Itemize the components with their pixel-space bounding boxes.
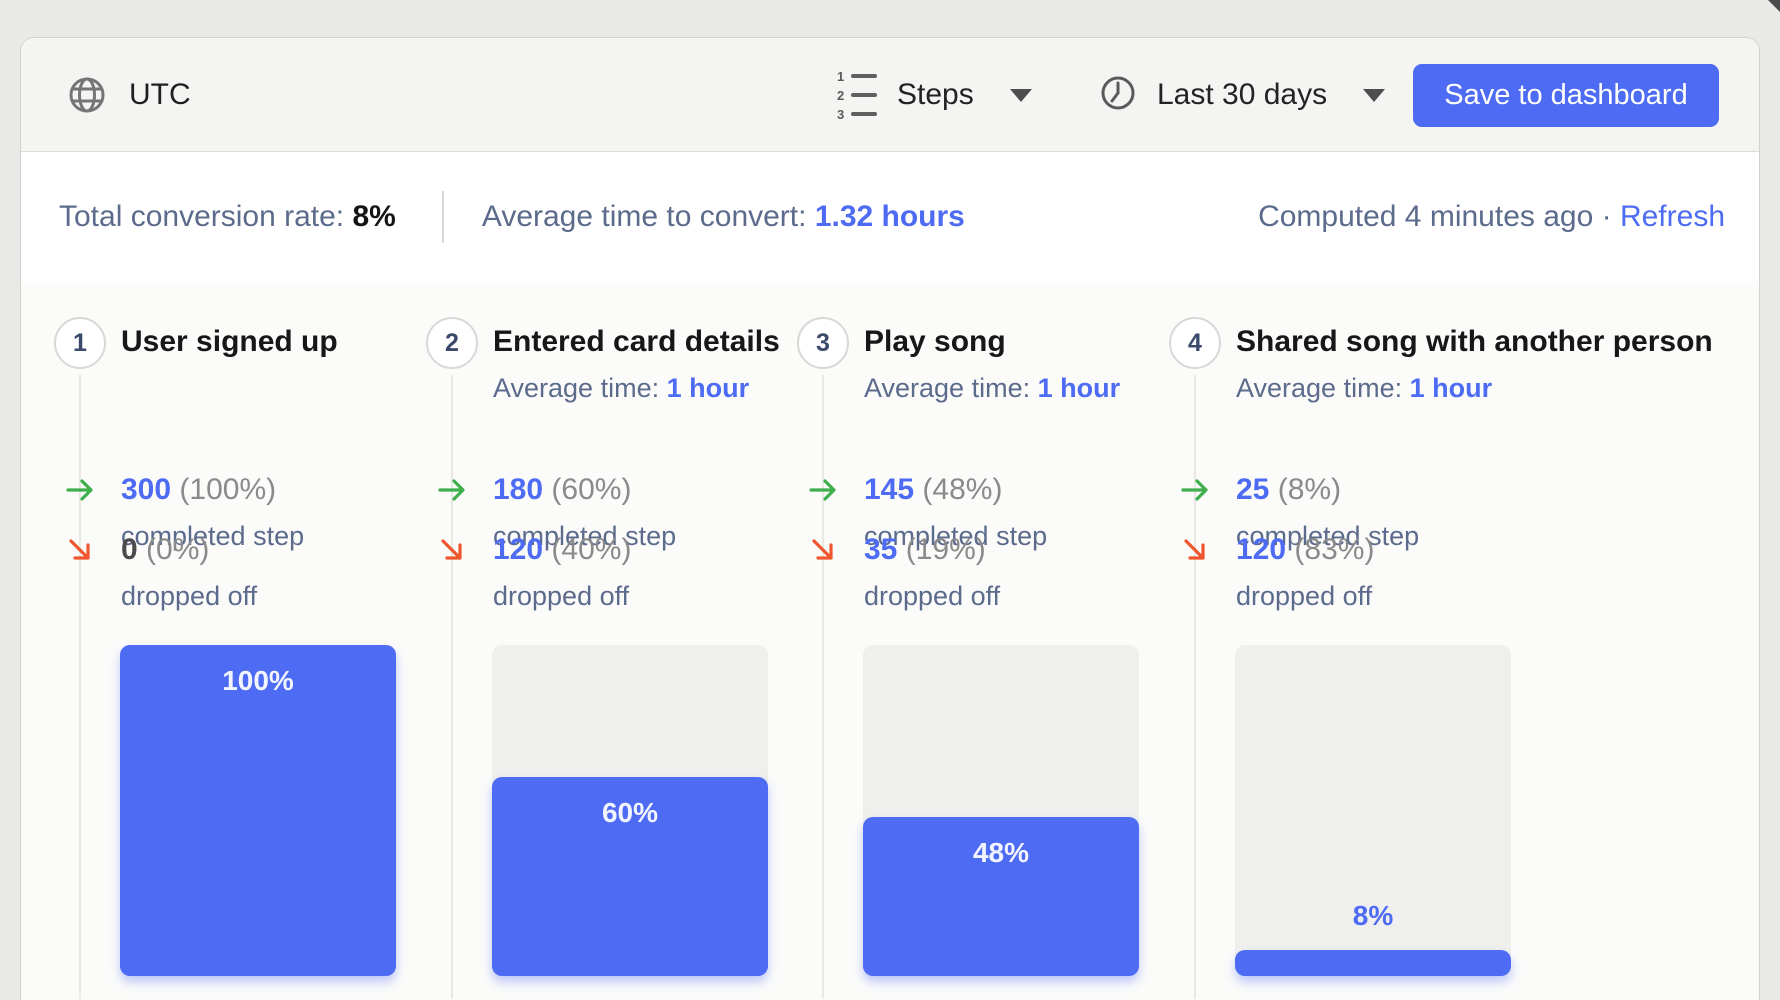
completed-metric: 145 (48%): [864, 473, 1002, 507]
completed-count: 300: [121, 473, 171, 506]
summary-row: Total conversion rate: 8% Average time t…: [21, 152, 1759, 281]
average-time: Average time: 1 hour: [1236, 373, 1492, 404]
completed-count: 180: [493, 473, 543, 506]
average-time-to-convert: Average time to convert: 1.32 hours: [482, 200, 965, 234]
completed-count: 25: [1236, 473, 1269, 506]
dropped-count: 35: [864, 533, 897, 566]
dropped-pct: (83%): [1294, 533, 1374, 566]
funnel-step-column: 2 Entered card details Average time: 1 h…: [418, 281, 790, 999]
timezone-label: UTC: [129, 78, 191, 112]
clock-icon: [1099, 74, 1137, 117]
dropped-arrow-icon: [65, 535, 95, 570]
step-title: User signed up: [121, 325, 338, 359]
step-guide-line: [822, 375, 824, 999]
funnel-visualization: 1 User signed up 300 (100%) completed st…: [21, 281, 1759, 999]
numbered-list-icon: 1 2 3: [837, 70, 877, 121]
funnel-bar-track: 100%: [120, 645, 396, 976]
divider: [442, 191, 444, 243]
completed-pct: (60%): [551, 473, 631, 506]
step-title: Shared song with another person: [1236, 325, 1713, 359]
dropped-pct: (40%): [551, 533, 631, 566]
completed-metric: 25 (8%): [1236, 473, 1341, 507]
dropped-metric: 120 (83%): [1236, 533, 1374, 567]
step-guide-line: [79, 375, 81, 999]
funnel-bar-label: 100%: [120, 665, 396, 697]
step-number-badge: 4: [1169, 317, 1221, 369]
dropped-count: 120: [1236, 533, 1286, 566]
dropped-metric: 120 (40%): [493, 533, 631, 567]
completed-count: 145: [864, 473, 914, 506]
view-type-label: Steps: [897, 78, 974, 112]
dropped-count: 0: [121, 533, 138, 566]
insight-toolbar: UTC 1 2 3 Steps Last 30 days Save to da: [21, 38, 1759, 152]
step-title: Play song: [864, 325, 1006, 359]
dropped-pct: (19%): [906, 533, 986, 566]
completed-pct: (100%): [179, 473, 276, 506]
completed-arrow-icon: [1180, 475, 1210, 510]
dropped-label: dropped off: [864, 581, 1000, 612]
step-number-badge: 2: [426, 317, 478, 369]
average-time: Average time: 1 hour: [493, 373, 749, 404]
timezone-control[interactable]: UTC: [67, 38, 191, 152]
dropped-arrow-icon: [437, 535, 467, 570]
computed-status: Computed 4 minutes ago · Refresh: [1258, 200, 1725, 234]
step-number-badge: 3: [797, 317, 849, 369]
funnel-bar-track: 48%: [863, 645, 1139, 976]
dropped-arrow-icon: [808, 535, 838, 570]
funnel-bar-track: 60%: [492, 645, 768, 976]
completed-arrow-icon: [65, 475, 95, 510]
step-guide-line: [1194, 375, 1196, 999]
funnel-step-column: 1 User signed up 300 (100%) completed st…: [46, 281, 418, 999]
dropped-label: dropped off: [1236, 581, 1372, 612]
funnel-bar-label: 48%: [863, 837, 1139, 869]
completed-metric: 300 (100%): [121, 473, 276, 507]
dropped-metric: 35 (19%): [864, 533, 986, 567]
average-time-value: 1.32 hours: [815, 200, 965, 233]
funnel-step-column: 4 Shared song with another person Averag…: [1161, 281, 1533, 999]
funnel-bar-fill[interactable]: [1235, 950, 1511, 976]
date-range-dropdown[interactable]: Last 30 days: [1099, 38, 1385, 152]
chevron-down-icon: [1010, 89, 1032, 102]
funnel-step-column: 3 Play song Average time: 1 hour 145 (48…: [789, 281, 1161, 999]
completed-pct: (8%): [1278, 473, 1341, 506]
date-range-label: Last 30 days: [1157, 78, 1327, 112]
save-to-dashboard-button[interactable]: Save to dashboard: [1413, 64, 1719, 127]
step-number-badge: 1: [54, 317, 106, 369]
chevron-down-icon: [1363, 89, 1385, 102]
funnel-bar-label: 8%: [1235, 900, 1511, 932]
step-title: Entered card details: [493, 325, 780, 359]
dropped-count: 120: [493, 533, 543, 566]
funnel-insight-card: UTC 1 2 3 Steps Last 30 days Save to da: [20, 37, 1760, 1000]
completed-metric: 180 (60%): [493, 473, 631, 507]
dropped-label: dropped off: [493, 581, 629, 612]
completed-pct: (48%): [922, 473, 1002, 506]
view-type-dropdown[interactable]: 1 2 3 Steps: [837, 38, 1032, 152]
step-guide-line: [451, 375, 453, 999]
funnel-bar-track: 8%: [1235, 645, 1511, 976]
funnel-bar-label: 60%: [492, 797, 768, 829]
refresh-link[interactable]: Refresh: [1620, 200, 1725, 233]
average-time: Average time: 1 hour: [864, 373, 1120, 404]
completed-arrow-icon: [808, 475, 838, 510]
dropped-arrow-icon: [1180, 535, 1210, 570]
dropped-metric: 0 (0%): [121, 533, 209, 567]
globe-icon: [67, 75, 107, 115]
dropped-label: dropped off: [121, 581, 257, 612]
completed-arrow-icon: [437, 475, 467, 510]
total-conversion-value: 8%: [353, 200, 396, 233]
dropped-pct: (0%): [146, 533, 209, 566]
total-conversion-rate: Total conversion rate: 8%: [59, 200, 396, 234]
cursor-artifact: [1768, 0, 1780, 12]
